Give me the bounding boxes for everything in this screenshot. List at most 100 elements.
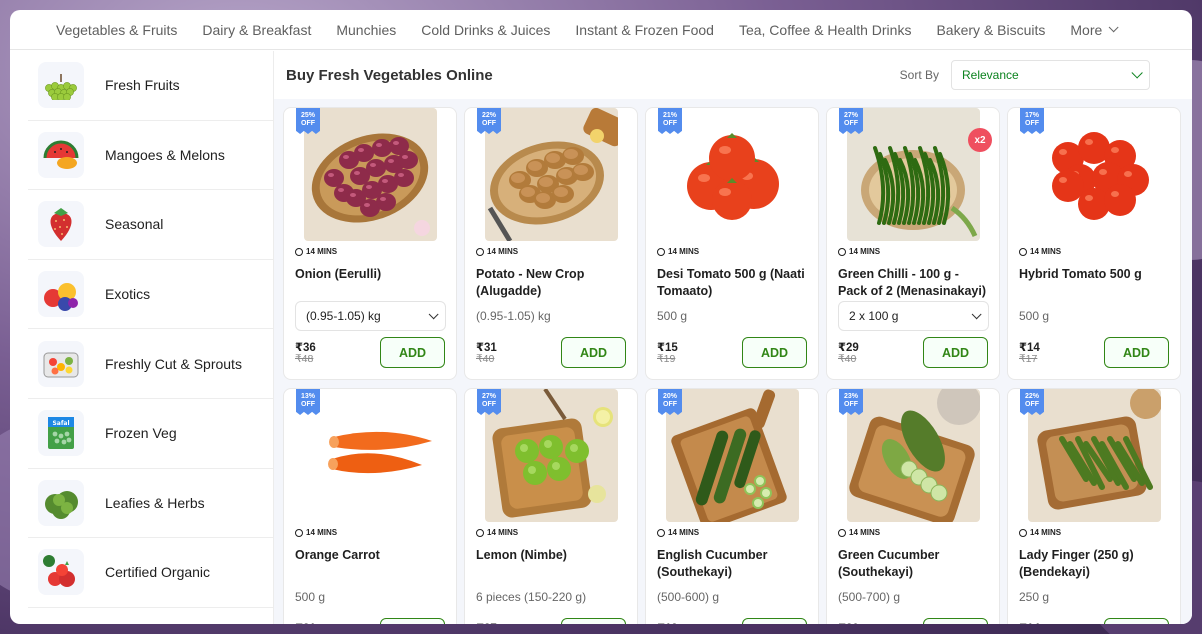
add-to-cart-button[interactable]: ADD <box>923 337 988 368</box>
sidebar-item-frozen-veg[interactable]: Safal Frozen Veg <box>28 399 273 469</box>
quantity-label: 250 g <box>1019 590 1050 604</box>
discount-badge: 23% OFF <box>839 389 863 415</box>
product-card[interactable]: 17% OFF 14 MINS Hybrid Tomato 500 g 500 g ₹1… <box>1007 107 1181 380</box>
product-name: Lady Finger (250 g) (Bendekayi) <box>1019 548 1134 579</box>
add-to-cart-button[interactable]: ADD <box>742 337 807 368</box>
product-card[interactable]: 22% OFF 14 MINS Potato - New Crop (Alugadd… <box>464 107 638 380</box>
sidebar-item-label: Certified Organic <box>105 564 211 581</box>
sidebar-item-seasonal[interactable]: Seasonal <box>28 190 273 260</box>
delivery-time: 14 MINS <box>476 528 626 537</box>
more-label: More <box>1070 21 1103 38</box>
nav-item-munchies[interactable]: Munchies <box>336 22 396 38</box>
nav-item-vegetables-fruits[interactable]: Vegetables & Fruits <box>56 22 177 38</box>
sidebar-item-mangoes-melons[interactable]: Mangoes & Melons <box>28 121 273 191</box>
product-card[interactable]: 25% OFF 14 MINS Onion (Eerulli) (0.95-1.05)… <box>283 107 457 380</box>
sidebar-item-label: Frozen Veg <box>105 425 177 442</box>
add-to-cart-button[interactable]: ADD <box>380 337 445 368</box>
nav-item-tea-coffee-health-drinks[interactable]: Tea, Coffee & Health Drinks <box>739 22 912 38</box>
product-card[interactable]: 27% OFF 14 MINS Lemon (Nimbe) 6 pieces (150… <box>464 388 638 624</box>
sidebar-item-fresh-fruits[interactable]: Fresh Fruits <box>28 51 273 121</box>
sidebar-item-label: Seasonal <box>105 216 164 233</box>
discount-badge: 27% OFF <box>839 108 863 134</box>
listing-header: Buy Fresh Vegetables Online Sort By Rele… <box>274 51 1192 99</box>
sidebar-item-label: Leafies & Herbs <box>105 494 205 511</box>
price: ₹14 <box>1019 621 1040 624</box>
nav-item-bakery-biscuits[interactable]: Bakery & Biscuits <box>936 22 1045 38</box>
product-image <box>846 389 980 522</box>
quantity-label: (500-600) g <box>657 590 720 604</box>
quantity-label: 500 g <box>295 590 326 604</box>
product-name: Green Cucumber (Southekayi) <box>838 548 940 579</box>
quantity-dropdown[interactable]: (0.95-1.05) kg <box>295 301 446 331</box>
add-to-cart-button[interactable]: ADD <box>561 337 626 368</box>
chevron-down-icon <box>1131 67 1143 79</box>
quantity-label: 6 pieces (150-220 g) <box>476 590 587 604</box>
nav-item-instant-frozen-food[interactable]: Instant & Frozen Food <box>575 22 714 38</box>
organic-tomato-icon <box>38 549 84 596</box>
sidebar-item-exotics[interactable]: Exotics <box>28 260 273 330</box>
clock-icon <box>657 247 665 256</box>
quantity-label: 500 g <box>657 309 688 323</box>
delivery-time-label: 14 MINS <box>487 247 519 256</box>
delivery-time-label: 14 MINS <box>487 528 519 537</box>
nav-item-dairy-breakfast[interactable]: Dairy & Breakfast <box>202 22 311 38</box>
product-card[interactable]: 13%OFF 14 MINS Orange Carrot 500 g ₹21 ADD <box>283 388 457 624</box>
product-image <box>665 108 799 241</box>
frozen-pack-icon: Safal <box>38 410 84 457</box>
clock-icon <box>838 247 846 256</box>
discount-badge: 21% OFF <box>658 108 682 134</box>
add-to-cart-button[interactable]: ADD <box>742 618 807 624</box>
sidebar-item-freshly-cut-sprouts[interactable]: Freshly Cut & Sprouts <box>28 329 273 399</box>
price: ₹27 <box>476 621 497 624</box>
sidebar-item-certified-organic[interactable]: Certified Organic <box>28 538 273 608</box>
product-image <box>484 389 618 522</box>
add-to-cart-button[interactable]: ADD <box>561 618 626 624</box>
lettuce-icon <box>38 479 84 526</box>
delivery-time-label: 14 MINS <box>849 528 881 537</box>
price: ₹21 <box>295 621 316 624</box>
delivery-time: 14 MINS <box>838 528 988 537</box>
product-card[interactable]: 21% OFF 14 MINS Desi Tomato 500 g (Naati T… <box>645 107 819 380</box>
clock-icon <box>295 528 303 537</box>
sort-dropdown[interactable]: Relevance <box>951 60 1150 90</box>
quantity-label: (500-700) g <box>838 590 901 604</box>
category-nav: Vegetables & Fruits Dairy & Breakfast Munc… <box>10 10 1192 50</box>
discount-badge: 17% OFF <box>1020 108 1044 134</box>
product-image <box>1027 389 1161 522</box>
delivery-time: 14 MINS <box>295 247 445 256</box>
add-to-cart-button[interactable]: ADD <box>1104 337 1169 368</box>
sidebar-item-leafies-herbs[interactable]: Leafies & Herbs <box>28 469 273 539</box>
discount-badge: 27% OFF <box>477 389 501 415</box>
fruit-box-icon <box>38 340 84 387</box>
pack-count-badge: x2 <box>968 128 992 152</box>
product-card[interactable]: 22% OFF 14 MINS Lady Finger (250 g) (Bende… <box>1007 388 1181 624</box>
product-card[interactable]: 23% OFF 14 MINS Green Cucumber (Southekayi… <box>826 388 1000 624</box>
price: ₹19 <box>657 621 678 624</box>
price: ₹31 <box>476 342 497 354</box>
delivery-time-label: 14 MINS <box>306 528 338 537</box>
product-image <box>846 108 980 241</box>
product-image <box>303 389 437 522</box>
nav-more-button[interactable]: More <box>1070 21 1119 38</box>
delivery-time: 14 MINS <box>838 247 988 256</box>
discount-badge: 22% OFF <box>477 108 501 134</box>
nav-item-cold-drinks-juices[interactable]: Cold Drinks & Juices <box>421 22 550 38</box>
product-card[interactable]: 27% OFF x2 14 MINS Green Chilli - 100 g - P… <box>826 107 1000 380</box>
sort-control: Sort By Relevance <box>900 60 1150 90</box>
add-to-cart-button[interactable]: ADD <box>1104 618 1169 624</box>
clock-icon <box>838 528 846 537</box>
exotic-fruits-icon <box>38 271 84 318</box>
quantity-dropdown[interactable]: 2 x 100 g <box>838 301 989 331</box>
product-card[interactable]: 20% OFF 14 MINS English Cucumber (Southeka… <box>645 388 819 624</box>
delivery-time-label: 14 MINS <box>1030 528 1062 537</box>
quantity-value: (0.95-1.05) kg <box>306 309 381 323</box>
quantity-label: 500 g <box>1019 309 1050 323</box>
discount-badge: 13% OFF <box>296 389 320 415</box>
add-to-cart-button[interactable]: ADD <box>923 618 988 624</box>
add-to-cart-button[interactable]: ADD <box>380 618 445 624</box>
clock-icon <box>476 247 484 256</box>
product-name: Onion (Eerulli) <box>295 267 382 281</box>
product-grid: 25% OFF 14 MINS Onion (Eerulli) (0.95-1.05)… <box>283 107 1181 624</box>
product-image <box>484 108 618 241</box>
chevron-down-icon <box>428 308 439 319</box>
